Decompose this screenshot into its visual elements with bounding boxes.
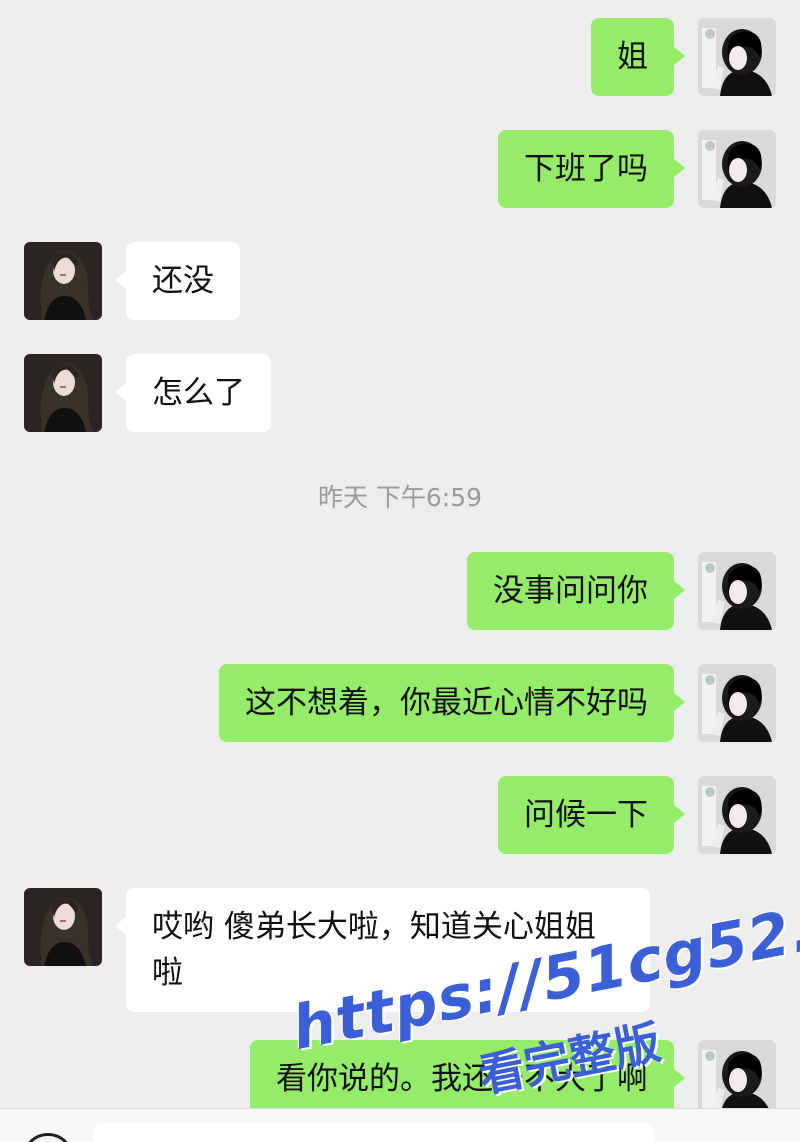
message-bubble[interactable]: 还没 (115, 242, 240, 320)
message-bubble[interactable]: 怎么了 (115, 354, 271, 432)
chat-area[interactable]: 姐 下班了吗 还没 怎么了 昨天 下午6:59 没事问问你 这不想着，你最近心情… (0, 0, 800, 1108)
message-bubble[interactable]: 姐 (591, 18, 685, 96)
contact-avatar[interactable] (24, 242, 102, 320)
my-avatar[interactable] (698, 664, 776, 742)
message-bubble[interactable]: 没事问问你 (467, 552, 685, 630)
timestamp: 昨天 下午6:59 (317, 483, 483, 512)
contact-avatar[interactable] (24, 354, 102, 432)
contact-avatar[interactable] (24, 888, 102, 966)
my-avatar[interactable] (698, 130, 776, 208)
my-avatar[interactable] (698, 776, 776, 854)
message-input[interactable] (94, 1123, 654, 1142)
my-avatar[interactable] (698, 552, 776, 630)
input-bar (0, 1108, 800, 1142)
voice-icon[interactable] (22, 1133, 74, 1142)
message-bubble[interactable]: 这不想着，你最近心情不好吗 (219, 664, 685, 742)
my-avatar[interactable] (698, 18, 776, 96)
message-bubble[interactable]: 看你说的。我还长不大了啊 (250, 1040, 685, 1108)
my-avatar[interactable] (698, 1040, 776, 1108)
message-bubble[interactable]: 下班了吗 (498, 130, 685, 208)
message-bubble[interactable]: 问候一下 (498, 776, 685, 854)
message-bubble[interactable]: 哎哟 傻弟长大啦，知道关心姐姐啦 (115, 888, 650, 1012)
